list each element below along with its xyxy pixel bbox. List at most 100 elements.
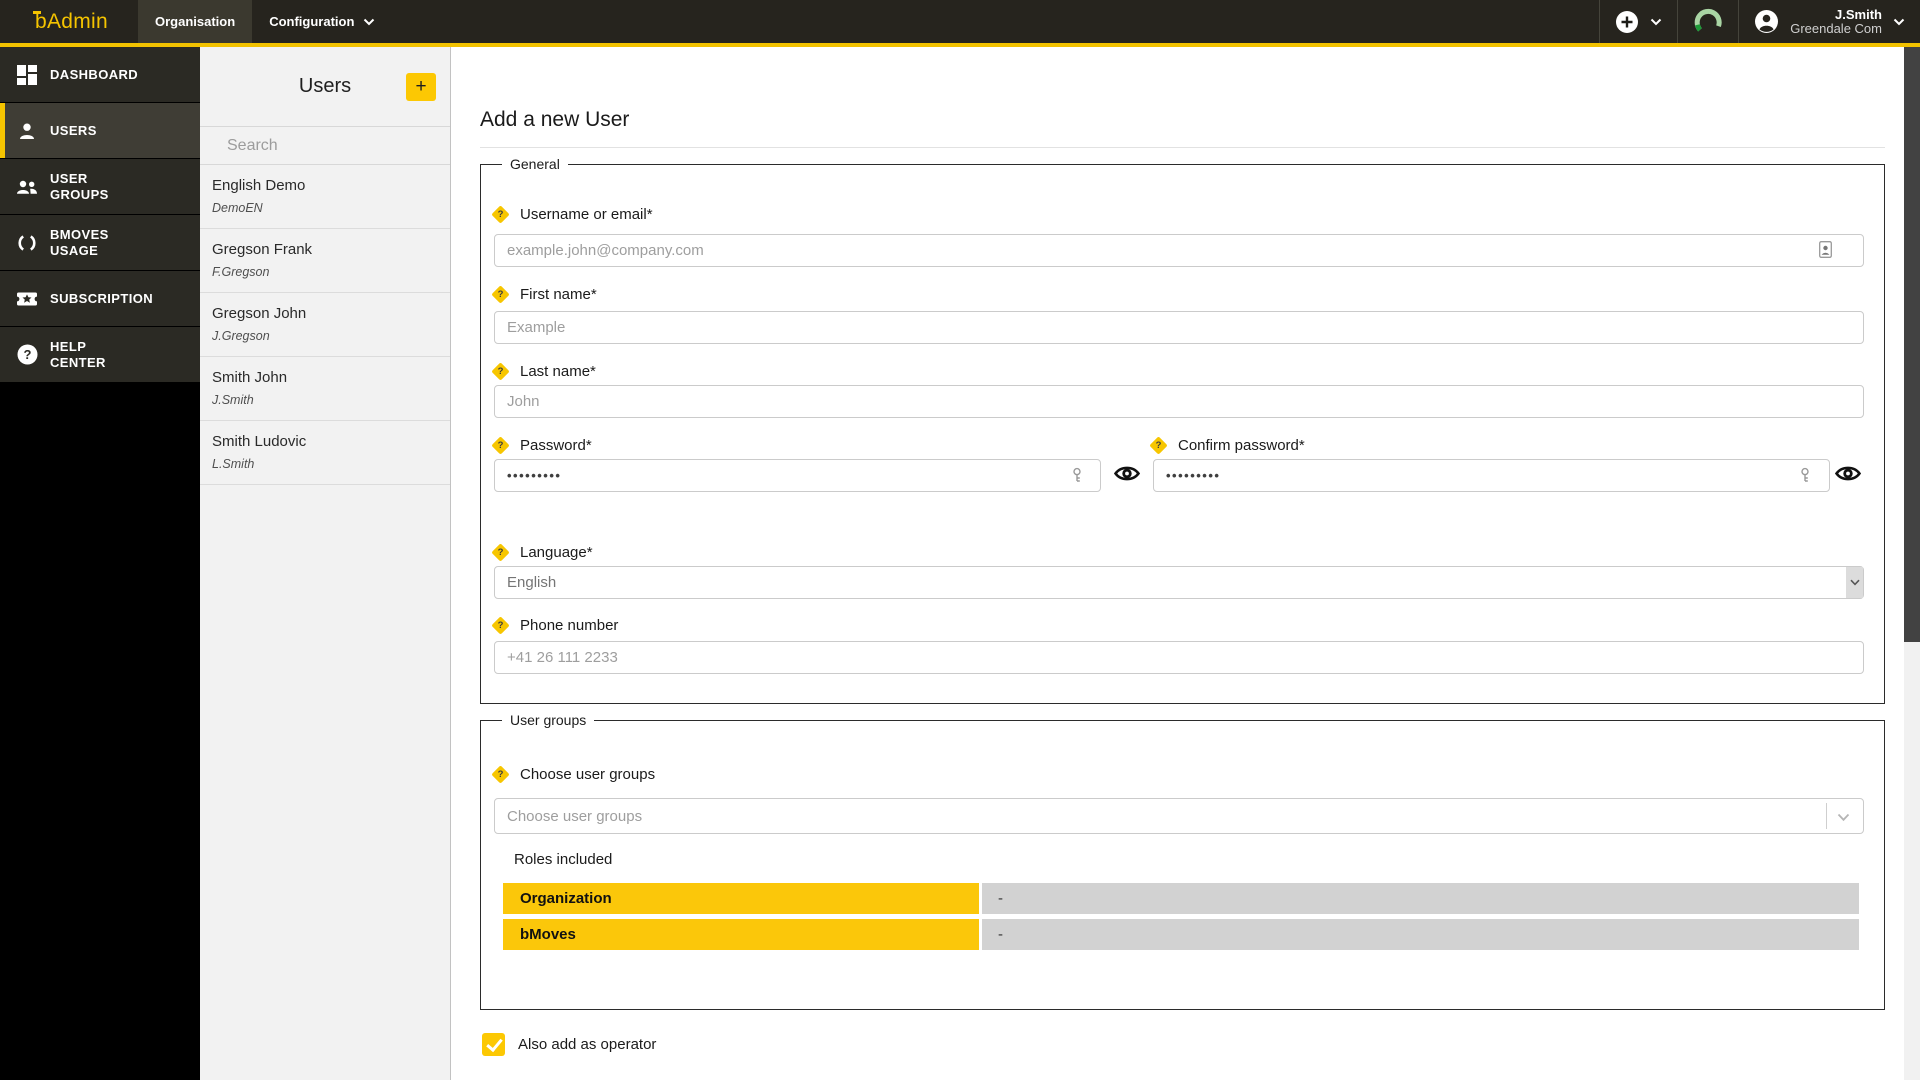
topbar-right: J.Smith Greendale Com <box>1599 0 1920 43</box>
help-diamond-icon[interactable] <box>491 765 510 784</box>
menu-configuration-label: Configuration <box>269 14 355 29</box>
users-search-row <box>200 127 450 165</box>
roles-included-title: Roles included <box>514 851 613 868</box>
confirm-password-field[interactable] <box>1153 459 1830 492</box>
user-groups-fieldset: User groups Choose user groups Roles inc… <box>480 712 1885 1010</box>
usage-circle-icon <box>14 233 40 253</box>
password-key-icon[interactable] <box>1069 467 1085 483</box>
language-selected-value: English <box>507 574 557 591</box>
user-fullname: English Demo <box>212 177 306 194</box>
choose-groups-label: Choose user groups <box>520 766 656 783</box>
last-name-label: Last name* <box>520 363 596 380</box>
last-name-label-row: Last name* <box>491 362 596 381</box>
list-item-user[interactable]: Gregson Frank F.Gregson <box>200 229 450 293</box>
show-password-eye-icon[interactable] <box>1835 464 1861 483</box>
chevron-down-icon[interactable] <box>1837 813 1850 822</box>
sidebar-item-label: USERS <box>50 122 97 138</box>
sidebar-item-dashboard[interactable]: DASHBOARD <box>0 47 200 102</box>
search-input[interactable] <box>200 135 450 156</box>
user-username: J.Smith <box>212 393 254 407</box>
help-icon: ? <box>14 344 40 365</box>
general-fieldset: General Username or email* First name* L… <box>480 156 1885 704</box>
user-org: Greendale Com <box>1790 20 1882 36</box>
phone-label-row: Phone number <box>491 616 619 635</box>
autofill-contact-icon[interactable] <box>1819 241 1832 258</box>
dashboard-icon <box>14 64 40 85</box>
confirm-password-label-row: Confirm password* <box>1149 436 1305 455</box>
help-diamond-icon[interactable] <box>491 616 510 635</box>
language-label: Language* <box>520 544 593 561</box>
app-logo[interactable]: bAdmin <box>0 0 138 43</box>
page-title: Add a new User <box>480 108 630 131</box>
password-label: Password* <box>520 437 592 454</box>
add-circle-icon[interactable] <box>1615 10 1639 34</box>
sidebar-item-bmoves-usage[interactable]: BMOVES USAGE <box>0 215 200 270</box>
list-item-user[interactable]: Smith Ludovic L.Smith <box>200 421 450 485</box>
show-password-eye-icon[interactable] <box>1114 464 1140 483</box>
chevron-down-icon <box>1893 18 1905 26</box>
chevron-down-icon[interactable] <box>1650 18 1662 26</box>
help-diamond-icon[interactable] <box>491 362 510 381</box>
help-diamond-icon[interactable] <box>491 285 510 304</box>
sidebar-item-label: DASHBOARD <box>50 66 139 82</box>
help-diamond-icon[interactable] <box>491 543 510 562</box>
sidebar-item-help-center[interactable]: ? HELP CENTER <box>0 327 200 382</box>
password-label-row: Password* <box>491 436 592 455</box>
sidebar-item-label: BMOVES USAGE <box>50 226 109 258</box>
sidebar-item-user-groups[interactable]: USER GROUPS <box>0 159 200 214</box>
ticket-icon <box>14 291 40 307</box>
select-arrow-icon[interactable] <box>1846 567 1863 598</box>
username-label-row: Username or email* <box>491 205 653 224</box>
phone-label: Phone number <box>520 617 619 634</box>
language-label-row: Language* <box>491 543 593 562</box>
help-diamond-icon[interactable] <box>491 436 510 455</box>
sidebar-item-label: SUBSCRIPTION <box>50 290 154 306</box>
svg-text:?: ? <box>23 347 31 362</box>
usage-gauge-group <box>1677 0 1738 43</box>
general-legend: General <box>502 156 568 172</box>
operator-checkbox-row: Also add as operator <box>482 1033 656 1056</box>
first-name-label-row: First name* <box>491 285 597 304</box>
top-menu: Organisation Configuration <box>138 0 392 43</box>
users-panel-title: Users <box>298 75 352 97</box>
first-name-label: First name* <box>520 286 597 303</box>
list-item-user[interactable]: Smith John J.Smith <box>200 357 450 421</box>
user-fullname: Smith Ludovic <box>212 433 307 450</box>
usage-gauge-icon[interactable] <box>1693 7 1723 37</box>
last-name-field[interactable] <box>494 385 1864 418</box>
first-name-field[interactable] <box>494 311 1864 344</box>
choose-groups-label-row: Choose user groups <box>491 765 656 784</box>
app-logo-text: bAdmin <box>32 9 109 33</box>
choose-groups-combobox[interactable] <box>494 798 1864 834</box>
user-name: J.Smith <box>1835 6 1882 22</box>
username-label: Username or email* <box>520 206 653 223</box>
user-fullname: Gregson John <box>212 305 307 322</box>
add-user-button[interactable]: + <box>406 73 436 101</box>
menu-organisation-label: Organisation <box>155 14 236 29</box>
user-username: L.Smith <box>212 457 255 471</box>
operator-checkbox[interactable] <box>482 1033 505 1056</box>
role-row-organization: Organization - <box>503 883 1859 914</box>
avatar <box>1754 9 1779 34</box>
sidebar: DASHBOARD USERS USER GROUPS BMOVES USAGE… <box>0 47 200 1080</box>
user-groups-legend: User groups <box>502 712 595 728</box>
scrollbar-thumb[interactable] <box>1904 47 1920 642</box>
sidebar-item-label: USER GROUPS <box>50 170 109 202</box>
password-field[interactable] <box>494 459 1101 492</box>
user-username: DemoEN <box>212 201 263 215</box>
phone-field[interactable] <box>494 641 1864 674</box>
language-select[interactable] <box>494 566 1864 599</box>
menu-organisation[interactable]: Organisation <box>138 0 253 43</box>
help-diamond-icon[interactable] <box>1149 436 1168 455</box>
list-item-user[interactable]: Gregson John J.Gregson <box>200 293 450 357</box>
help-diamond-icon[interactable] <box>491 205 510 224</box>
sidebar-item-subscription[interactable]: SUBSCRIPTION <box>0 271 200 326</box>
menu-configuration[interactable]: Configuration <box>252 0 392 43</box>
username-field[interactable] <box>494 234 1864 267</box>
password-key-icon[interactable] <box>1797 467 1813 483</box>
user-meta: J.Smith Greendale Com <box>1790 6 1882 36</box>
sidebar-item-users[interactable]: USERS <box>0 103 200 158</box>
list-item-user[interactable]: English Demo DemoEN <box>200 165 450 229</box>
page-scrollbar <box>1904 47 1920 1080</box>
user-menu[interactable]: J.Smith Greendale Com <box>1738 0 1920 43</box>
